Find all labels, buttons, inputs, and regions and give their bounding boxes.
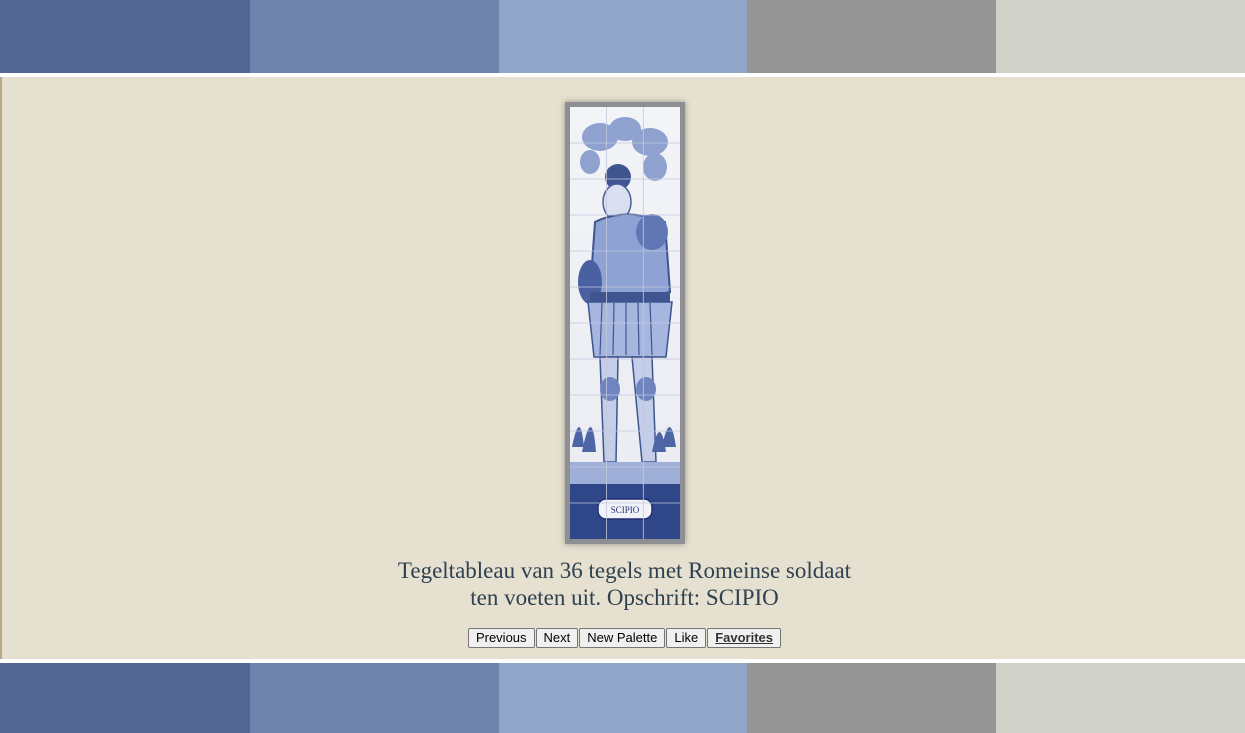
palette-swatch-1 [0, 0, 250, 73]
palette-swatch-5 [996, 663, 1245, 733]
artwork-panel: SCIPIO Tegeltableau van 36 tegels met Ro… [0, 77, 1245, 659]
previous-button[interactable]: Previous [467, 628, 535, 648]
palette-swatch-3 [499, 0, 747, 73]
next-button[interactable]: Next [535, 628, 579, 648]
palette-swatch-1 [0, 663, 250, 733]
tile-tableau-illustration: SCIPIO [570, 107, 680, 539]
palette-top [0, 0, 1245, 73]
palette-swatch-2 [250, 663, 499, 733]
caption-line-1: Tegeltableau van 36 tegels met Romeinse … [397, 558, 852, 583]
palette-bottom [0, 663, 1245, 733]
artwork-image: SCIPIO [565, 102, 685, 544]
palette-swatch-3 [499, 663, 747, 733]
new-palette-button[interactable]: New Palette [579, 628, 666, 648]
inscription-text: SCIPIO [611, 505, 640, 515]
palette-swatch-5 [996, 0, 1245, 73]
action-buttons: Previous Next New Palette Like Favorites [2, 628, 1245, 648]
favorites-button[interactable]: Favorites [707, 628, 782, 648]
artwork-caption: Tegeltableau van 36 tegels met Romeinse … [2, 557, 1245, 611]
like-button[interactable]: Like [666, 628, 707, 648]
palette-swatch-4 [747, 0, 996, 73]
caption-line-2: ten voeten uit. Opschrift: SCIPIO [470, 585, 779, 610]
palette-swatch-2 [250, 0, 499, 73]
palette-swatch-4 [747, 663, 996, 733]
